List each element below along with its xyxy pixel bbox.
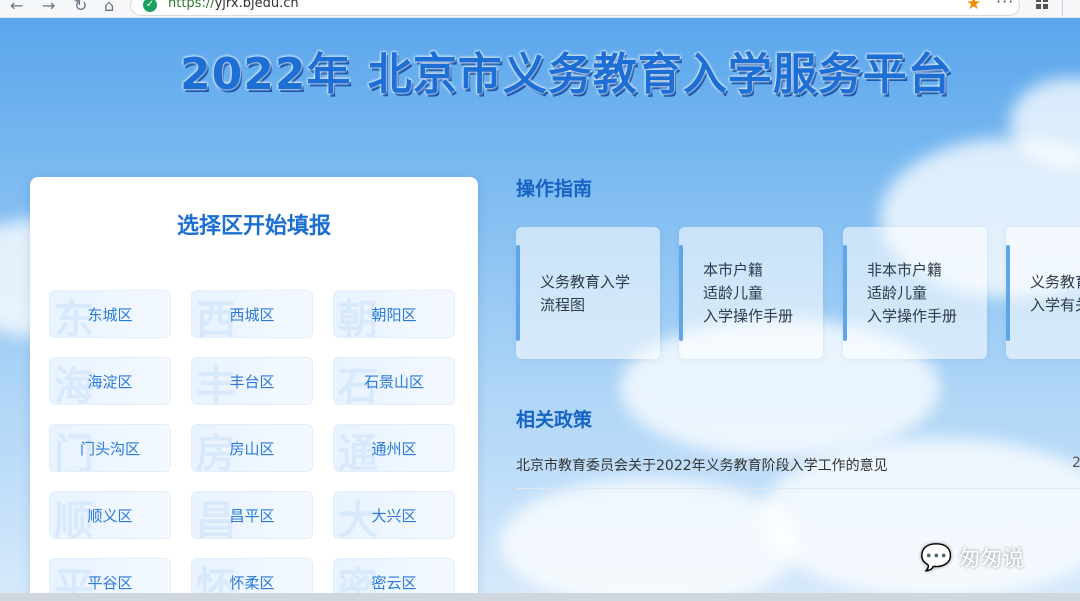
- forward-icon[interactable]: →: [42, 0, 55, 15]
- policy-list-item[interactable]: 北京市教育委员会关于2022年义务教育阶段入学工作的意见 2: [516, 443, 1080, 489]
- more-menu-icon[interactable]: ···: [996, 0, 1014, 11]
- district-button-shunyi[interactable]: 顺 顺义区: [49, 491, 171, 539]
- account-watermark: 💬 匆匆说: [920, 541, 1024, 573]
- district-button-tongzhou[interactable]: 通 通州区: [333, 424, 455, 472]
- toolbar-divider: [1062, 0, 1063, 16]
- browser-toolbar: ← → ↻ ⌂ ✓ https://yjrx.bjedu.cn ★ ···: [0, 0, 1080, 18]
- watermark-text: 匆匆说: [958, 547, 1025, 572]
- guide-card-accent-bar: [843, 245, 847, 341]
- guide-card-flowchart[interactable]: 义务教育入学 流程图: [516, 227, 660, 359]
- district-label: 大兴区: [371, 507, 417, 525]
- guide-card-line: 非本市户籍: [867, 261, 943, 279]
- back-icon[interactable]: ←: [10, 0, 23, 15]
- wechat-icon: 💬: [920, 543, 953, 573]
- district-button-pinggu[interactable]: 平 平谷区: [49, 558, 171, 593]
- district-button-fangshan[interactable]: 房 房山区: [191, 424, 313, 472]
- taskbar-strip: [0, 593, 1080, 601]
- guide-card-line: 入学有关: [1030, 296, 1080, 314]
- guide-section-title: 操作指南: [516, 178, 593, 200]
- district-label: 昌平区: [229, 507, 275, 525]
- guide-card-related[interactable]: 义务教育 入学有关: [1006, 227, 1080, 359]
- page-background: 2022年 北京市义务教育入学服务平台 选择区开始填报 东 东城区 西 西城区 …: [0, 18, 1080, 593]
- district-button-shijingshan[interactable]: 石 石景山区: [333, 357, 455, 405]
- guide-card-accent-bar: [516, 245, 520, 341]
- guide-card-line: 义务教育: [1030, 273, 1080, 291]
- district-label: 东城区: [87, 306, 133, 324]
- district-button-fengtai[interactable]: 丰 丰台区: [191, 357, 313, 405]
- district-label: 朝阳区: [371, 306, 417, 324]
- policy-date: 2: [1072, 455, 1080, 471]
- district-label: 密云区: [371, 574, 417, 592]
- district-button-huairou[interactable]: 怀 怀柔区: [191, 558, 313, 593]
- guide-card-line: 适龄儿童: [703, 284, 764, 302]
- district-label: 丰台区: [229, 373, 275, 391]
- district-button-mentougou[interactable]: 门 门头沟区: [49, 424, 171, 472]
- guide-card-line: 流程图: [540, 296, 586, 314]
- guide-card-line: 义务教育入学: [540, 273, 631, 291]
- district-button-chaoyang[interactable]: 朝 朝阳区: [333, 290, 455, 338]
- district-selection-panel: 选择区开始填报 东 东城区 西 西城区 朝 朝阳区 海 海淀区 丰 丰台区 石 …: [30, 177, 478, 593]
- district-label: 门头沟区: [79, 440, 140, 458]
- district-label: 石景山区: [363, 373, 424, 391]
- guide-card-nonlocal-manual[interactable]: 非本市户籍 适龄儿童 入学操作手册: [843, 227, 987, 359]
- district-button-haidian[interactable]: 海 海淀区: [49, 357, 171, 405]
- district-label: 怀柔区: [229, 574, 275, 592]
- guide-card-accent-bar: [679, 245, 683, 341]
- guide-card-line: 本市户籍: [703, 261, 764, 279]
- district-label: 西城区: [229, 306, 275, 324]
- district-button-changping[interactable]: 昌 昌平区: [191, 491, 313, 539]
- district-button-miyun[interactable]: 密 密云区: [333, 558, 455, 593]
- district-button-xicheng[interactable]: 西 西城区: [191, 290, 313, 338]
- address-url[interactable]: https://yjrx.bjedu.cn: [168, 0, 299, 11]
- district-panel-title: 选择区开始填报: [176, 213, 331, 239]
- policy-title-link[interactable]: 北京市教育委员会关于2022年义务教育阶段入学工作的意见: [516, 455, 888, 475]
- apps-grid-icon[interactable]: [1036, 0, 1048, 9]
- district-label: 房山区: [229, 440, 275, 458]
- home-icon[interactable]: ⌂: [104, 0, 114, 15]
- guide-card-accent-bar: [1006, 245, 1010, 341]
- district-label: 平谷区: [87, 574, 133, 592]
- cloud-decoration: [500, 478, 800, 593]
- page-title: 2022年 北京市义务教育入学服务平台: [180, 49, 953, 100]
- district-button-dongcheng[interactable]: 东 东城区: [49, 290, 171, 338]
- district-label: 海淀区: [87, 373, 133, 391]
- guide-card-line: 适龄儿童: [867, 284, 928, 302]
- guide-card-line: 入学操作手册: [703, 307, 794, 325]
- district-label: 顺义区: [87, 507, 133, 525]
- bookmark-star-icon[interactable]: ★: [966, 0, 981, 14]
- guide-card-local-manual[interactable]: 本市户籍 适龄儿童 入学操作手册: [679, 227, 823, 359]
- guide-card-line: 入学操作手册: [867, 307, 958, 325]
- policy-section-title: 相关政策: [516, 409, 593, 431]
- reload-icon[interactable]: ↻: [74, 0, 87, 15]
- district-label: 通州区: [371, 440, 417, 458]
- district-button-daxing[interactable]: 大 大兴区: [333, 491, 455, 539]
